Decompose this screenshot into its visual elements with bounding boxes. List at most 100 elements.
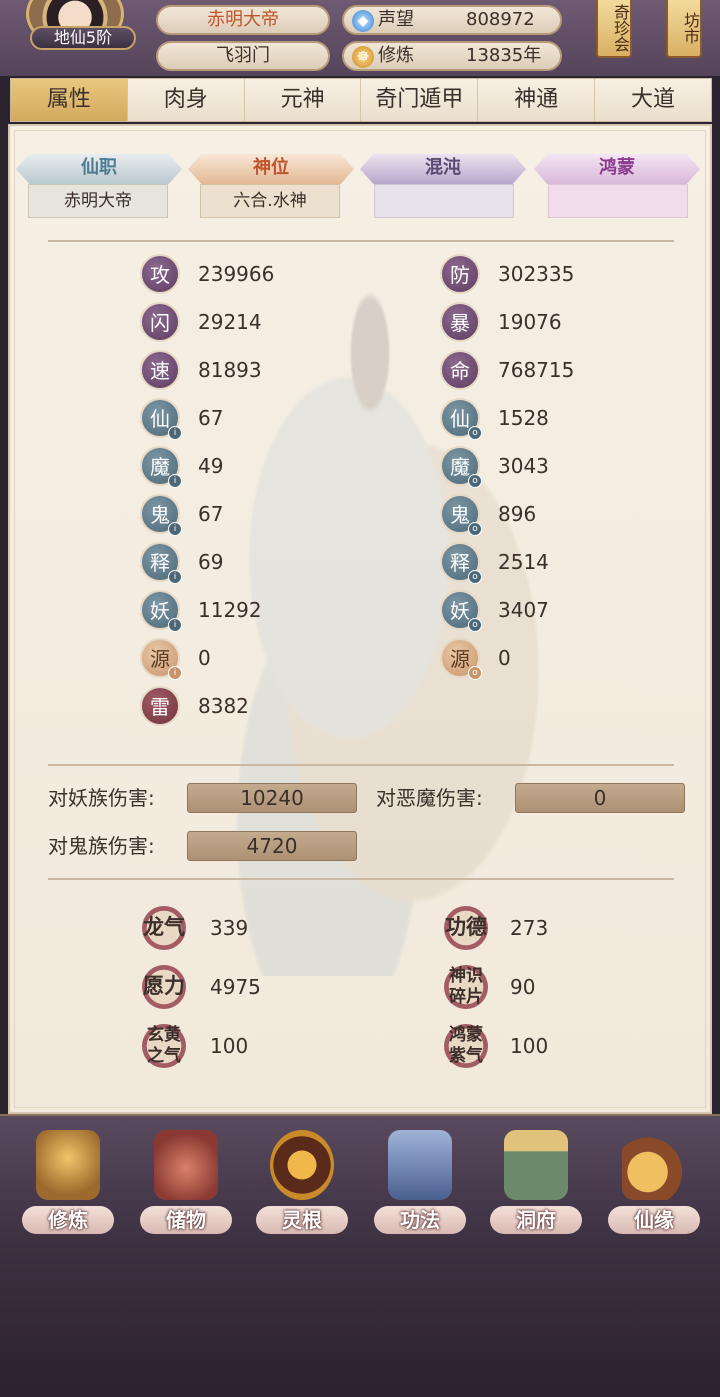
monk-icon xyxy=(36,1130,100,1200)
tab-dao[interactable]: 大道 xyxy=(595,79,711,121)
meditation-icon: ☸ xyxy=(352,46,374,68)
thunder-icon: 雷 xyxy=(140,686,180,726)
stat-value: 768715 xyxy=(498,358,575,382)
rank-value-hongmeng xyxy=(548,184,688,218)
shield-icon: o xyxy=(468,570,482,584)
tab-body[interactable]: 肉身 xyxy=(127,79,245,121)
wish-power-value: 4975 xyxy=(210,975,261,999)
cultivation-label: 修炼 xyxy=(378,45,414,66)
rank-tab-immortal-post[interactable]: 仙职 xyxy=(16,154,182,184)
stat-value: 67 xyxy=(198,406,224,430)
stat-value: 8382 xyxy=(198,694,249,718)
stat-value: 81893 xyxy=(198,358,262,382)
speed-icon: 速 xyxy=(140,350,180,390)
stat-value: 0 xyxy=(198,646,211,670)
info-icon: i xyxy=(168,570,182,584)
wish-power-icon: 愿力 xyxy=(142,965,186,1009)
tab-divine-power[interactable]: 神通 xyxy=(478,79,596,121)
yao-icon: 妖o xyxy=(440,590,482,632)
nav-techniques[interactable]: 功法 xyxy=(370,1130,470,1234)
stat-value: 29214 xyxy=(198,310,262,334)
demon-icon: 魔o xyxy=(440,446,482,488)
tab-soul[interactable]: 元神 xyxy=(244,79,362,121)
reputation-label: 声望 xyxy=(378,9,414,30)
rank-tab-hongmeng[interactable]: 鸿蒙 xyxy=(534,154,700,184)
ghost-icon: 鬼i xyxy=(140,494,182,536)
immortal-icon: 仙o xyxy=(440,398,482,440)
immortal-icon: 仙i xyxy=(140,398,182,440)
nav-label: 修炼 xyxy=(48,1208,88,1232)
icon-char: 仙 xyxy=(450,407,470,431)
nav-label: 洞府 xyxy=(516,1208,556,1232)
icon-char: 释 xyxy=(450,551,470,575)
stat-value: 49 xyxy=(198,454,224,478)
bottom-nav: 修炼 储物 灵根 功法 洞府 仙缘 xyxy=(0,1114,720,1240)
top-header: 地仙5阶 赤明大帝 飞羽门 ◆ 声望 808972 ☸ 修炼 13835年 奇珍… xyxy=(0,0,720,76)
treasure-fair-button[interactable]: 奇珍会 xyxy=(596,0,632,58)
icon-char: 源 xyxy=(450,647,470,671)
bag-icon xyxy=(154,1130,218,1200)
icon-char: 鬼 xyxy=(150,503,170,527)
rank-badge: 地仙5阶 xyxy=(30,26,136,50)
spirit-fragment-icon: 神识碎片 xyxy=(444,965,488,1009)
icon-char: 魔 xyxy=(450,455,470,479)
damage-vs-ghost-value: 4720 xyxy=(187,831,357,861)
bottom-empty-area xyxy=(0,1240,720,1397)
shield-icon: o xyxy=(468,666,482,680)
divider xyxy=(48,764,674,766)
cultivation-value: 13835年 xyxy=(466,45,542,66)
nav-cultivate[interactable]: 修炼 xyxy=(18,1130,118,1234)
sect-name[interactable]: 飞羽门 xyxy=(156,41,330,71)
divider xyxy=(48,878,674,880)
nav-spirit-root[interactable]: 灵根 xyxy=(252,1130,352,1234)
gourd-icon xyxy=(622,1130,686,1200)
info-icon: i xyxy=(168,618,182,632)
player-avatar-area[interactable]: 地仙5阶 xyxy=(20,0,136,68)
rank-value-chaos xyxy=(374,184,514,218)
rank-tab-chaos[interactable]: 混沌 xyxy=(360,154,526,184)
market-button[interactable]: 坊市 xyxy=(666,0,702,58)
nav-label: 仙缘 xyxy=(634,1208,674,1232)
icon-char: 鬼 xyxy=(450,503,470,527)
nav-cave-dwelling[interactable]: 洞府 xyxy=(486,1130,586,1234)
nav-label: 灵根 xyxy=(282,1208,322,1232)
stat-value: 3043 xyxy=(498,454,549,478)
stat-value: 1528 xyxy=(498,406,549,430)
tab-qimen[interactable]: 奇门遁甲 xyxy=(361,79,479,121)
tab-attributes[interactable]: 属性 xyxy=(11,79,128,121)
reputation-pill: ◆ 声望 808972 xyxy=(342,5,562,35)
rank-value-immortal-post: 赤明大帝 xyxy=(28,184,168,218)
icon-char: 释 xyxy=(150,551,170,575)
nav-storage[interactable]: 储物 xyxy=(136,1130,236,1234)
spirit-fragment-value: 90 xyxy=(510,975,536,999)
damage-vs-demon-label: 对恶魔伤害: xyxy=(376,786,483,810)
crystal-icon: ◆ xyxy=(352,10,374,32)
icon-char: 妖 xyxy=(450,599,470,623)
life-icon: 命 xyxy=(440,350,480,390)
main-tabs: 属性 肉身 元神 奇门遁甲 神通 大道 xyxy=(10,78,712,122)
info-icon: i xyxy=(168,426,182,440)
player-title: 赤明大帝 xyxy=(156,5,330,35)
hongmeng-purple-qi-icon: 鸿蒙紫气 xyxy=(444,1024,488,1068)
rank-value-god-seat: 六合.水神 xyxy=(200,184,340,218)
dragon-qi-value: 339 xyxy=(210,916,249,940)
source-icon: 源o xyxy=(440,638,482,680)
merit-icon: 功德 xyxy=(444,906,488,950)
icon-char: 源 xyxy=(150,647,170,671)
cultivation-pill: ☸ 修炼 13835年 xyxy=(342,41,562,71)
damage-vs-demon-value: 0 xyxy=(515,783,685,813)
nav-immortal-fate[interactable]: 仙缘 xyxy=(604,1130,704,1234)
dodge-icon: 闪 xyxy=(140,302,180,342)
demon-icon: 魔i xyxy=(140,446,182,488)
yao-icon: 妖i xyxy=(140,590,182,632)
source-icon: 源i xyxy=(140,638,182,680)
stat-value: 11292 xyxy=(198,598,262,622)
stat-value: 239966 xyxy=(198,262,275,286)
attack-icon: 攻 xyxy=(140,254,180,294)
rank-tab-god-seat[interactable]: 神位 xyxy=(188,154,354,184)
damage-vs-ghost-label: 对鬼族伤害: xyxy=(48,834,155,858)
buddha-icon: 释o xyxy=(440,542,482,584)
dragon-qi-icon: 龙气 xyxy=(142,906,186,950)
stat-value: 3407 xyxy=(498,598,549,622)
nav-label: 功法 xyxy=(400,1208,440,1232)
